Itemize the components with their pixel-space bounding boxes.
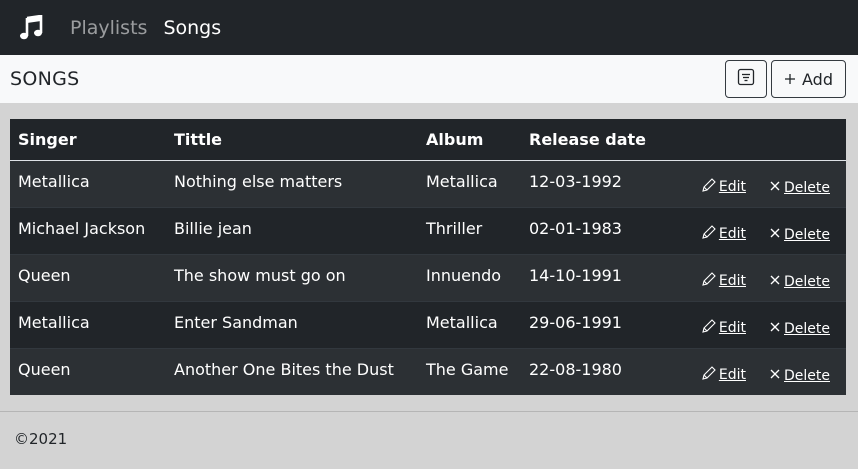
footer-divider: [0, 411, 858, 412]
pencil-icon: [701, 271, 717, 291]
edit-label: Edit: [718, 178, 746, 195]
close-icon: [768, 320, 782, 338]
table-row: Metallica Nothing else matters Metallica 12…: [10, 159, 846, 207]
cell-album: Metallica: [418, 300, 521, 348]
delete-link[interactable]: Delete: [768, 320, 830, 338]
edit-label: Edit: [718, 272, 746, 289]
cell-album: Thriller: [418, 206, 521, 254]
cell-title: Another One Bites the Dust: [166, 347, 418, 395]
delete-label: Delete: [784, 179, 830, 196]
table-row: Queen Another One Bites the Dust The Game 2…: [10, 347, 846, 395]
cell-album: The Game: [418, 347, 521, 395]
cell-album: Innuendo: [418, 253, 521, 301]
songs-table-container: Singer Tittle Album Release date Metalli…: [10, 119, 846, 395]
cell-album: Metallica: [418, 159, 521, 207]
edit-label: Edit: [718, 319, 746, 336]
music-note-icon[interactable]: [18, 14, 44, 42]
column-header-actions: [681, 119, 846, 161]
cell-release-date: 02-01-1983: [521, 206, 681, 254]
edit-link[interactable]: Edit: [701, 318, 746, 338]
footer-copyright: ©2021: [14, 430, 68, 448]
cell-singer: Metallica: [10, 300, 166, 348]
pencil-icon: [701, 365, 717, 385]
cell-title: Billie jean: [166, 206, 418, 254]
cell-release-date: 12-03-1992: [521, 159, 681, 207]
cell-title: Enter Sandman: [166, 300, 418, 348]
close-icon: [768, 273, 782, 291]
page-header: SONGS Add: [0, 55, 858, 103]
column-header-release-date: Release date: [521, 119, 681, 161]
column-header-singer: Singer: [10, 119, 166, 161]
add-song-button[interactable]: Add: [771, 60, 846, 98]
delete-label: Delete: [784, 273, 830, 290]
delete-link[interactable]: Delete: [768, 226, 830, 244]
delete-label: Delete: [784, 226, 830, 243]
column-header-title: Tittle: [166, 119, 418, 161]
cell-release-date: 14-10-1991: [521, 253, 681, 301]
edit-label: Edit: [718, 366, 746, 383]
cell-actions: Edit Delete: [681, 206, 846, 254]
delete-link[interactable]: Delete: [768, 273, 830, 291]
songs-table: Singer Tittle Album Release date Metalli…: [10, 119, 846, 395]
cell-release-date: 22-08-1980: [521, 347, 681, 395]
cell-singer: Queen: [10, 347, 166, 395]
filter-icon: [737, 68, 755, 90]
cell-title: The show must go on: [166, 253, 418, 301]
cell-actions: Edit Delete: [681, 253, 846, 301]
delete-label: Delete: [784, 367, 830, 384]
pencil-icon: [701, 177, 717, 197]
column-header-album: Album: [418, 119, 521, 161]
cell-actions: Edit Delete: [681, 347, 846, 395]
filter-button[interactable]: [725, 60, 767, 98]
header-actions: Add: [725, 60, 846, 98]
cell-actions: Edit Delete: [681, 300, 846, 348]
table-row: Michael Jackson Billie jean Thriller 02-01-…: [10, 206, 846, 254]
close-icon: [768, 179, 782, 197]
delete-link[interactable]: Delete: [768, 367, 830, 385]
cell-singer: Queen: [10, 253, 166, 301]
table-header-row: Singer Tittle Album Release date: [10, 119, 846, 161]
nav-link-playlists[interactable]: Playlists: [70, 17, 147, 39]
edit-link[interactable]: Edit: [701, 271, 746, 291]
edit-link[interactable]: Edit: [701, 177, 746, 197]
nav-link-songs[interactable]: Songs: [163, 17, 221, 39]
delete-link[interactable]: Delete: [768, 179, 830, 197]
cell-release-date: 29-06-1991: [521, 300, 681, 348]
pencil-icon: [701, 224, 717, 244]
add-button-label: Add: [802, 69, 833, 89]
table-row: Metallica Enter Sandman Metallica 29-06-199…: [10, 300, 846, 348]
cell-title: Nothing else matters: [166, 159, 418, 207]
edit-label: Edit: [718, 225, 746, 242]
edit-link[interactable]: Edit: [701, 224, 746, 244]
close-icon: [768, 367, 782, 385]
cell-singer: Metallica: [10, 159, 166, 207]
delete-label: Delete: [784, 320, 830, 337]
table-row: Queen The show must go on Innuendo 14-10-19…: [10, 253, 846, 301]
top-navbar: Playlists Songs: [0, 0, 858, 55]
plus-icon: [784, 70, 796, 89]
cell-singer: Michael Jackson: [10, 206, 166, 254]
close-icon: [768, 226, 782, 244]
edit-link[interactable]: Edit: [701, 365, 746, 385]
pencil-icon: [701, 318, 717, 338]
cell-actions: Edit Delete: [681, 159, 846, 207]
page-title: SONGS: [10, 68, 80, 90]
